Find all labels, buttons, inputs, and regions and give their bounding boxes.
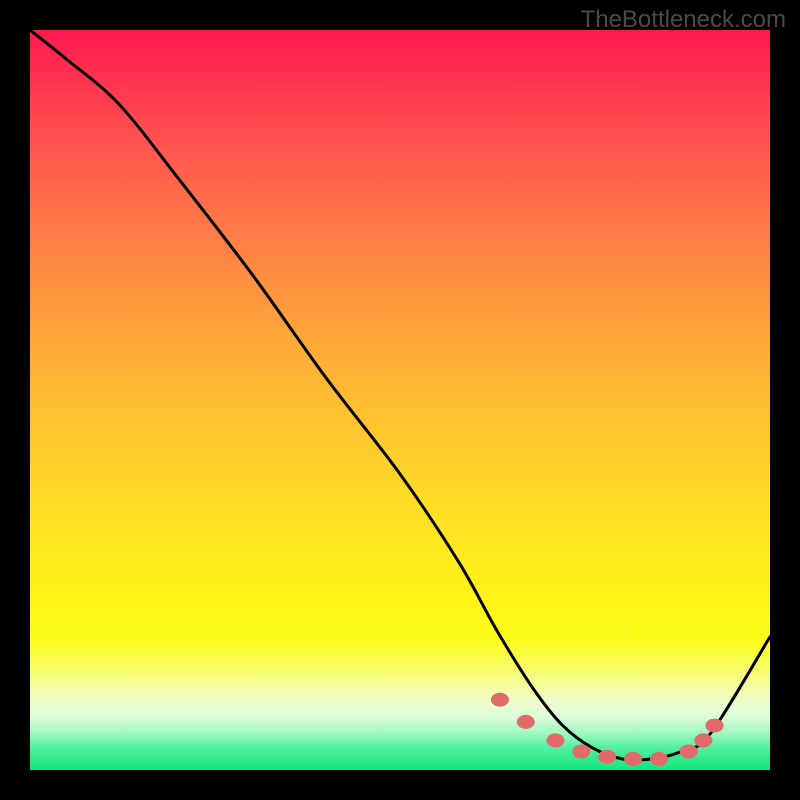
marker-point	[694, 733, 712, 747]
watermark-text: TheBottleneck.com	[581, 6, 786, 34]
markers-group	[491, 693, 724, 766]
marker-point	[598, 750, 616, 764]
marker-point	[706, 719, 724, 733]
plot-area	[30, 30, 770, 770]
marker-point	[680, 745, 698, 759]
curve-line	[30, 30, 770, 760]
marker-point	[546, 733, 564, 747]
marker-point	[572, 745, 590, 759]
marker-point	[650, 752, 668, 766]
marker-point	[624, 752, 642, 766]
marker-point	[517, 715, 535, 729]
chart-svg	[30, 30, 770, 770]
marker-point	[491, 693, 509, 707]
